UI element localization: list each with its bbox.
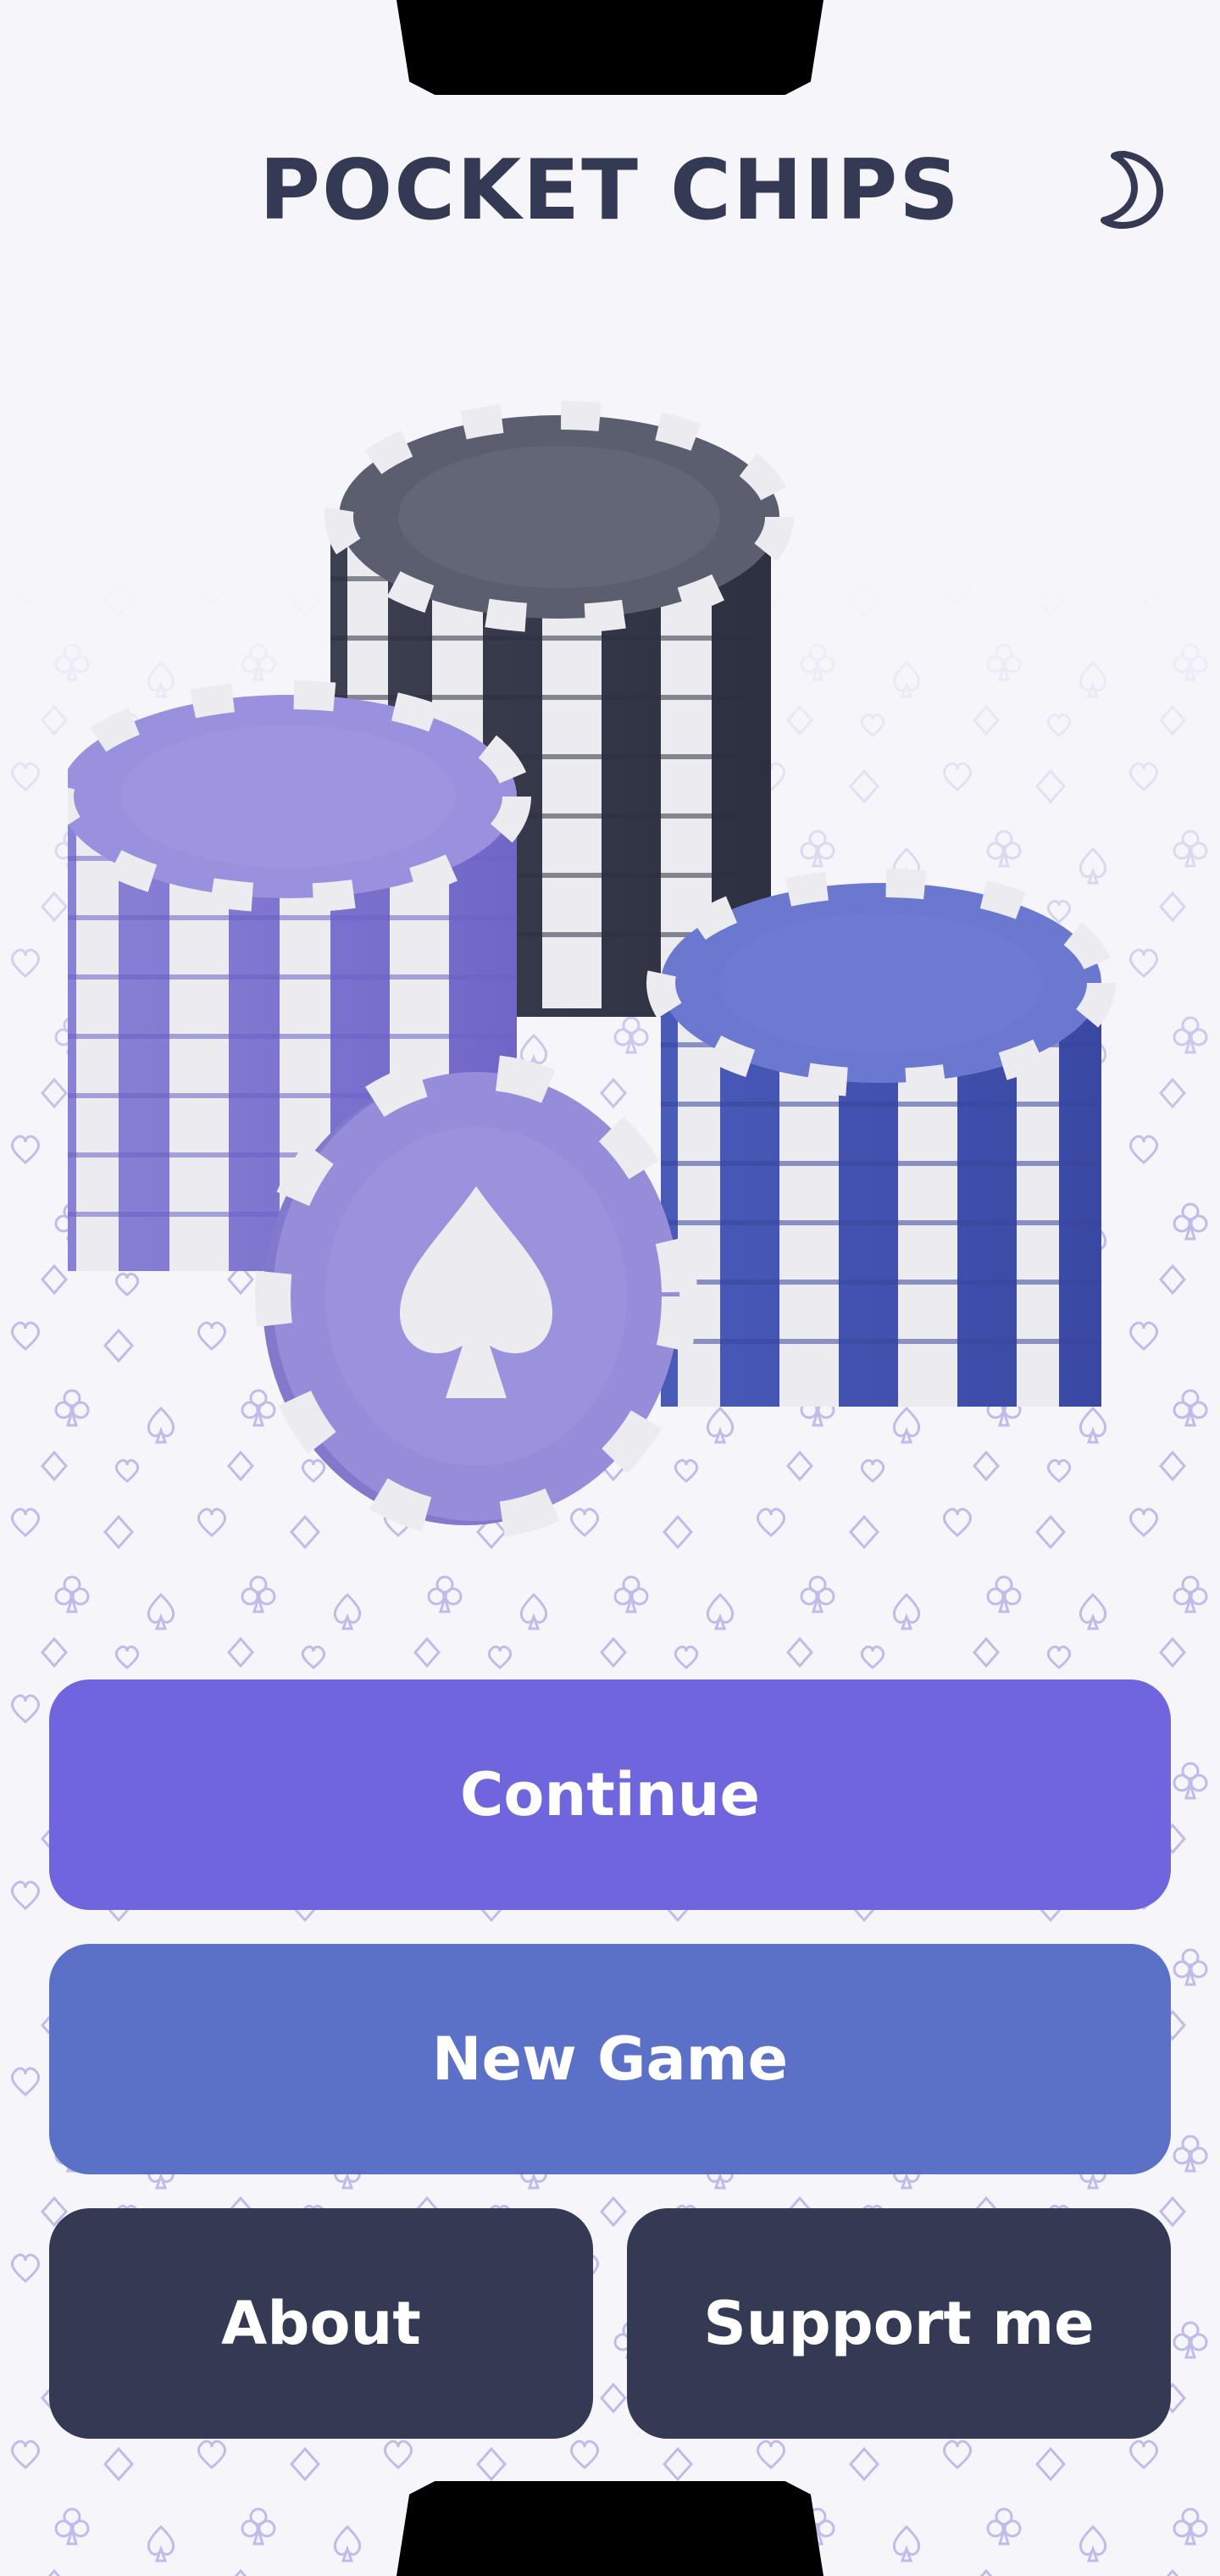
spade-chip (255, 1054, 697, 1539)
crescent-moon-icon (1101, 151, 1163, 229)
device-notch-bottom (396, 2481, 824, 2576)
new-game-button[interactable]: New Game (49, 1944, 1171, 2174)
support-button[interactable]: Support me (627, 2208, 1171, 2439)
about-button[interactable]: About (49, 2208, 593, 2439)
device-notch-top (396, 0, 824, 95)
theme-toggle-button[interactable] (1091, 149, 1173, 230)
blue-chip-stack (646, 869, 1116, 1407)
poker-chips-illustration (68, 401, 1116, 1539)
continue-button[interactable]: Continue (49, 1679, 1171, 1910)
app-title: POCKET CHIPS (259, 142, 961, 239)
